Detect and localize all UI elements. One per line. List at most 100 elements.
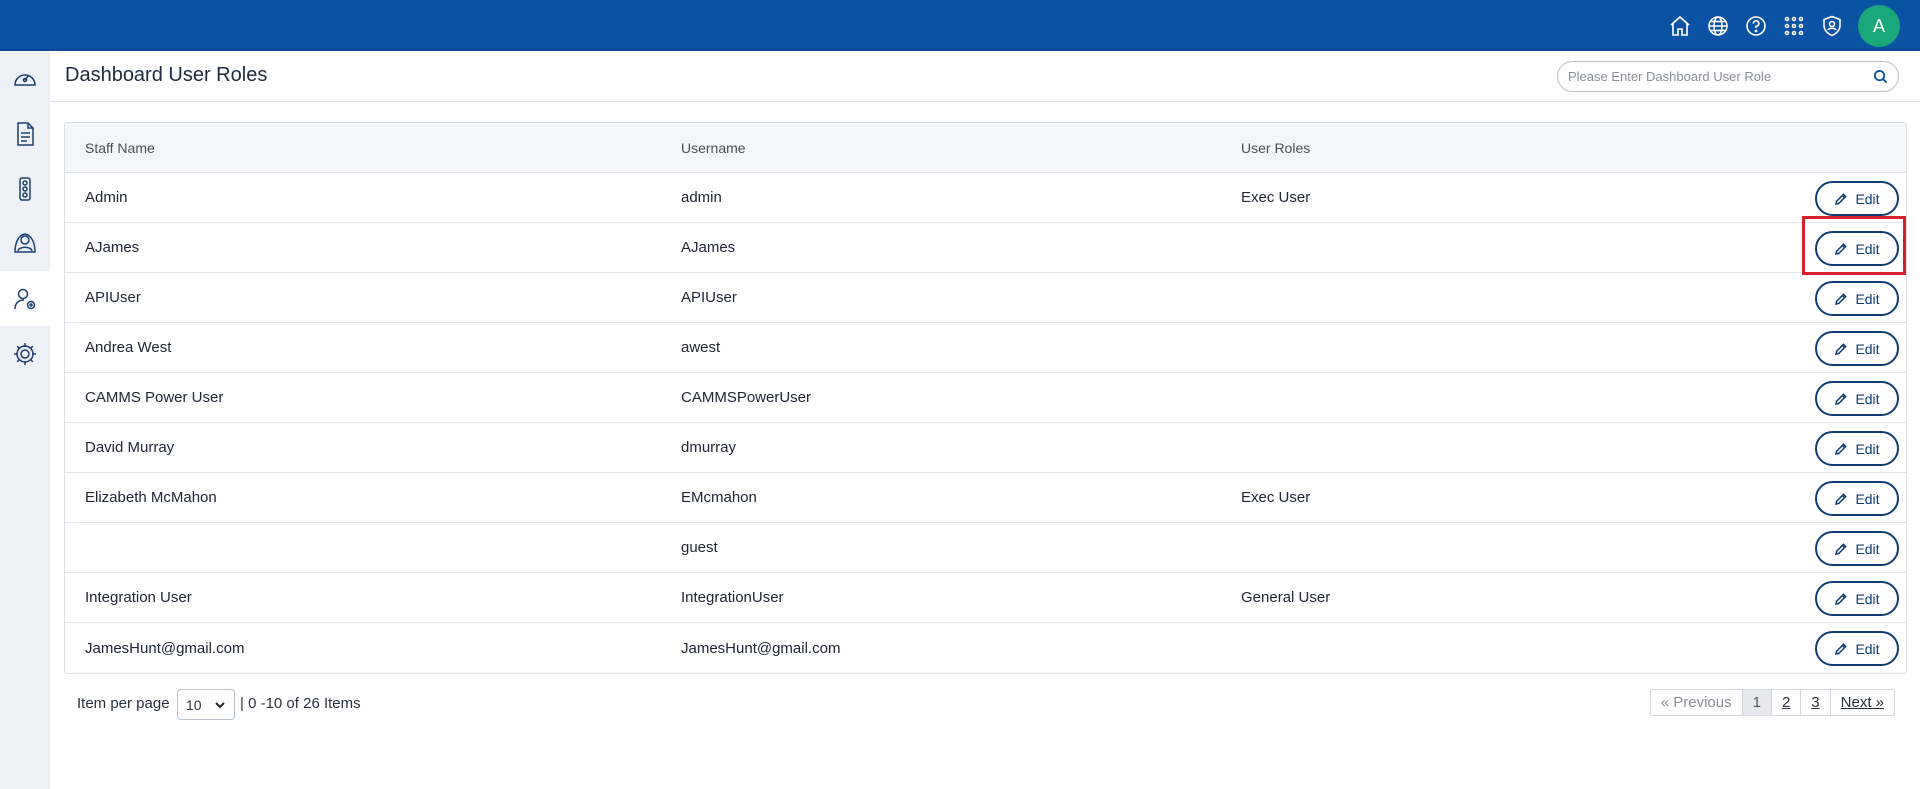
column-header-username: Username <box>681 139 746 156</box>
sidebar-item-status[interactable] <box>0 161 50 216</box>
cell-staff-name: Andrea West <box>85 339 172 356</box>
edit-button[interactable]: Edit <box>1815 181 1899 216</box>
edit-button[interactable]: Edit <box>1815 281 1899 316</box>
search-input[interactable] <box>1568 69 1873 84</box>
sidebar-item-users-network[interactable] <box>0 216 50 271</box>
cell-staff-name: JamesHunt@gmail.com <box>85 639 245 657</box>
cell-staff-name: CAMMS Power User <box>85 389 224 406</box>
cell-username: guest <box>681 539 718 556</box>
table-row: Admin admin Exec User Edit <box>65 173 1906 223</box>
items-count: | 0 -10 of 26 Items <box>240 695 361 712</box>
pencil-icon <box>1835 542 1848 555</box>
edit-button[interactable]: Edit <box>1815 481 1899 516</box>
help-icon[interactable] <box>1742 12 1770 40</box>
sidebar-item-dashboard[interactable] <box>0 51 50 106</box>
cell-username: IntegrationUser <box>681 589 784 606</box>
edit-button-label: Edit <box>1855 340 1880 357</box>
sidebar <box>0 51 50 789</box>
pencil-icon <box>1835 642 1848 655</box>
cell-username: JamesHunt@gmail.com <box>681 639 841 657</box>
pencil-icon <box>1835 342 1848 355</box>
user-network-icon <box>14 232 36 253</box>
edit-button-label: Edit <box>1855 640 1880 657</box>
edit-button[interactable]: Edit <box>1815 531 1899 566</box>
edit-button[interactable]: Edit <box>1815 231 1899 266</box>
globe-icon[interactable] <box>1704 12 1732 40</box>
pagination-page-1[interactable]: 1 <box>1741 690 1771 715</box>
cell-username: awest <box>681 339 721 356</box>
table-row: Andrea West awest Edit <box>65 323 1906 373</box>
page-title: Dashboard User Roles <box>65 64 268 86</box>
pencil-icon <box>1835 592 1848 605</box>
pencil-icon <box>1835 392 1848 405</box>
main-content: Dashboard User Roles Staff Name Username… <box>50 51 1920 789</box>
avatar[interactable]: A <box>1858 5 1900 47</box>
pencil-icon <box>1835 192 1848 205</box>
edit-button[interactable]: Edit <box>1815 631 1899 666</box>
edit-button[interactable]: Edit <box>1815 431 1899 466</box>
table-row: guest Edit <box>65 523 1906 573</box>
pagination-page-3[interactable]: 3 <box>1800 690 1829 715</box>
table-row: APIUser APIUser Edit <box>65 273 1906 323</box>
edit-button-label: Edit <box>1855 290 1880 307</box>
table-row: David Murray dmurray Edit <box>65 423 1906 473</box>
search-icon[interactable] <box>1873 69 1888 84</box>
search-box <box>1557 61 1899 92</box>
page-header: Dashboard User Roles <box>50 51 1920 102</box>
sidebar-item-documents[interactable] <box>0 106 50 161</box>
document-icon <box>17 121 34 146</box>
apps-grid-icon[interactable] <box>1780 12 1808 40</box>
cell-staff-name: Elizabeth McMahon <box>85 489 217 506</box>
table-body: Admin admin Exec User Edit AJames AJames Edit A… <box>65 173 1906 673</box>
cell-staff-name: David Murray <box>85 439 175 456</box>
table-row: Integration User IntegrationUser General U… <box>65 573 1906 623</box>
chevron-down-icon <box>215 702 225 709</box>
cell-staff-name: AJames <box>85 239 140 256</box>
pagination-next[interactable]: Next » <box>1829 690 1894 715</box>
items-per-page-select[interactable]: 10 <box>177 689 235 720</box>
edit-button-label: Edit <box>1855 490 1880 507</box>
cell-username: AJames <box>681 239 736 256</box>
edit-button-label: Edit <box>1855 240 1880 257</box>
user-roles-table: Staff Name Username User Roles Admin admi… <box>64 122 1907 674</box>
gear-icon <box>14 342 36 365</box>
edit-button[interactable]: Edit <box>1815 381 1899 416</box>
sidebar-item-settings[interactable] <box>0 326 50 381</box>
edit-button-label: Edit <box>1855 590 1880 607</box>
edit-button[interactable]: Edit <box>1815 581 1899 616</box>
table-row: JamesHunt@gmail.com JamesHunt@gmail.com Ed… <box>65 623 1906 673</box>
user-settings-icon <box>14 288 36 309</box>
pagination: « Previous 1 2 3 Next » <box>1649 689 1895 716</box>
cell-username: APIUser <box>681 289 737 306</box>
cell-user-roles: Exec User <box>1241 189 1311 206</box>
edit-button-label: Edit <box>1855 440 1880 457</box>
cell-username: dmurray <box>681 439 737 456</box>
pencil-icon <box>1835 442 1848 455</box>
edit-button[interactable]: Edit <box>1815 331 1899 366</box>
home-icon[interactable] <box>1666 12 1694 40</box>
column-header-user-roles: User Roles <box>1241 139 1311 156</box>
table-header: Staff Name Username User Roles <box>65 123 1906 173</box>
cell-username: EMcmahon <box>681 489 757 506</box>
table-row: AJames AJames Edit <box>65 223 1906 273</box>
cell-staff-name: APIUser <box>85 289 141 306</box>
edit-button-label: Edit <box>1855 390 1880 407</box>
edit-button-label: Edit <box>1855 190 1880 207</box>
traffic-light-icon <box>19 176 31 201</box>
items-per-page-value: 10 <box>186 696 202 713</box>
cell-staff-name: Integration User <box>85 589 192 606</box>
top-bar-icons: A <box>1656 5 1900 47</box>
shield-user-icon[interactable] <box>1818 12 1846 40</box>
table-row: Elizabeth McMahon EMcmahon Exec User Edit <box>65 473 1906 523</box>
pencil-icon <box>1835 242 1848 255</box>
pagination-page-2[interactable]: 2 <box>1770 690 1800 715</box>
sidebar-item-user-roles[interactable] <box>0 271 50 326</box>
table-row: CAMMS Power User CAMMSPowerUser Edit <box>65 373 1906 423</box>
pagination-previous[interactable]: « Previous <box>1651 690 1742 715</box>
pencil-icon <box>1835 492 1848 505</box>
edit-button-label: Edit <box>1855 540 1880 557</box>
pencil-icon <box>1835 292 1848 305</box>
cell-username: CAMMSPowerUser <box>681 389 812 406</box>
items-per-page-label: Item per page <box>77 695 170 712</box>
dashboard-gauge-icon <box>14 73 36 86</box>
